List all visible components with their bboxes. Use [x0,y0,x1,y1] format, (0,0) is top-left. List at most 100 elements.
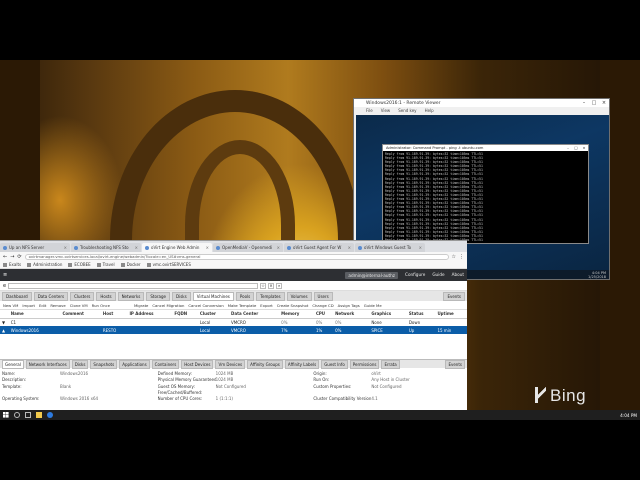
subtab-snapshots[interactable]: Snapshots [90,359,118,369]
column-header-graphics[interactable]: Graphics [369,310,407,319]
bookmark-vmc-ovirtservices[interactable]: vmc.ovirtSERVICES [147,262,191,267]
action-import[interactable]: Import [22,303,35,308]
action-export[interactable]: Export [260,303,272,308]
minimize-icon[interactable]: – [579,100,589,106]
file-explorer-icon[interactable] [36,412,42,418]
menu-help[interactable]: Help [425,108,434,113]
column-header-comment[interactable]: Comment [60,310,101,319]
column-header-ip-address[interactable]: IP Address [127,310,173,319]
windows-start-icon[interactable] [3,412,9,418]
bookmark-travel[interactable]: Travel [97,262,115,267]
console-maximize-icon[interactable]: □ [572,146,580,150]
close-icon[interactable]: × [599,100,609,106]
cortana-icon[interactable] [14,412,20,418]
action-run-once[interactable]: Run Once [92,303,110,308]
action-remove[interactable]: Remove [50,303,65,308]
reload-icon[interactable]: ⟳ [17,254,21,260]
search-button[interactable]: ⌕ [276,282,283,289]
task-view-icon[interactable] [25,412,31,418]
column-header-cluster[interactable]: Cluster [197,310,230,319]
command-prompt-window[interactable]: Administrator: Command Prompt - ping -t … [382,144,589,244]
bookmark-search-button[interactable]: ☆ [260,282,267,289]
bookmark-administration[interactable]: Administration [27,262,62,267]
tab-close-icon[interactable]: × [277,245,280,250]
column-header-memory[interactable]: Memory [279,310,314,319]
search-input[interactable] [8,282,259,289]
maximize-icon[interactable]: □ [589,100,599,106]
bookmark-docker[interactable]: Docker [121,262,141,267]
browser-tab[interactable]: oVirt Engine Web Admin × [142,243,212,252]
action-cancel-conversion[interactable]: Cancel Conversion [188,303,223,308]
column-header-cpu[interactable]: CPU [313,310,334,319]
console-minimize-icon[interactable]: – [564,146,572,150]
action-cancel-migration[interactable]: Cancel Migration [152,303,184,308]
events-button[interactable]: Events [445,359,465,369]
action-edit[interactable]: Edit [39,303,46,308]
table-row[interactable]: ▲ Windows2016 RESTO Local VMCRO 7% 1% 0% SPICE Up… [0,326,467,334]
action-change-cd[interactable]: Change CD [312,303,333,308]
star-icon[interactable]: ☆ [452,254,456,260]
menu-icon[interactable]: ⋮ [459,254,464,260]
column-header-uptime[interactable]: Uptime [435,310,467,319]
bookmark-exalts[interactable]: Exalts [3,262,21,267]
tab-close-icon[interactable]: × [348,245,351,250]
action-migrate[interactable]: Migrate [134,303,148,308]
tab-clusters[interactable]: Clusters [70,291,95,301]
menu-send-key[interactable]: Send key [398,108,416,113]
tab-virtual-machines[interactable]: Virtual Machines [192,291,234,301]
bookmark-ecobee[interactable]: ECOBEE [68,262,90,267]
browser-taskbar-icon[interactable] [47,412,53,418]
column-header-name[interactable]: Name [8,310,61,319]
tab-close-icon[interactable]: × [206,245,209,250]
tab-networks[interactable]: Networks [117,291,145,301]
header-link-about[interactable]: About [452,272,464,279]
browser-tab[interactable]: oVirt Windows Guest To × [355,243,425,252]
tab-close-icon[interactable]: × [135,245,138,250]
tab-pools[interactable]: Pools [235,291,255,301]
tab-storage[interactable]: Storage [146,291,171,301]
column-header-host[interactable]: Host [100,310,128,319]
url-input[interactable]: ovirtmanager.vmc.ovirtservices.local/ovi… [24,253,449,260]
tab-dashboard[interactable]: Dashboard [2,291,32,301]
column-header-fqdn[interactable]: FQDN [172,310,198,319]
forward-icon[interactable]: → [10,254,14,260]
browser-tab[interactable]: Up an NFS Server × [0,243,70,252]
subtab-vm-devices[interactable]: Vm Devices [215,359,246,369]
tab-templates[interactable]: Templates [256,291,285,301]
browser-window[interactable]: Up an NFS Server × Troubleshooting NFS Sto… [0,240,467,410]
tab-data-centers[interactable]: Data Centers [33,291,69,301]
action-assign-tags[interactable]: Assign Tags [338,303,360,308]
column-header-network[interactable]: Network [333,310,370,319]
subtab-host-devices[interactable]: Host Devices [181,359,214,369]
menu-view[interactable]: View [381,108,391,113]
table-row[interactable]: ▼ C1 Local VMCRO 0% 0% 0% None Down [0,318,467,326]
clear-search-button[interactable]: × [268,282,275,289]
tab-close-icon[interactable]: × [64,245,67,250]
subtab-general[interactable]: General [2,359,24,369]
browser-tab[interactable]: Troubleshooting NFS Sto × [71,243,141,252]
browser-tab[interactable]: OpenMediaV - Openmedi × [213,243,283,252]
subtab-affinity-labels[interactable]: Affinity Labels [284,359,320,369]
column-header-status[interactable]: Status [406,310,436,319]
header-link-configure[interactable]: Configure [405,272,425,279]
subtab-disks[interactable]: Disks [71,359,89,369]
subtab-affinity-groups[interactable]: Affinity Groups [247,359,283,369]
back-icon[interactable]: ← [3,254,7,260]
browser-tab[interactable]: oVirt Guest Agent For W × [284,243,354,252]
tab-volumes[interactable]: Volumes [286,291,312,301]
action-new-vm[interactable]: New VM [3,303,18,308]
events-button[interactable]: Events [443,291,465,301]
header-link-guide[interactable]: Guide [432,272,444,279]
subtab-permissions[interactable]: Permissions [349,359,380,369]
action-clone-vm[interactable]: Clone VM [70,303,88,308]
console-close-icon[interactable]: × [580,146,588,150]
action-create-snapshot[interactable]: Create Snapshot [277,303,309,308]
tab-hosts[interactable]: Hosts [96,291,116,301]
subtab-guest-info[interactable]: Guest Info [321,359,348,369]
tab-users[interactable]: Users [313,291,333,301]
subtab-errata[interactable]: Errata [381,359,400,369]
user-menu[interactable]: admin@internal-authz [345,271,399,279]
subtab-applications[interactable]: Applications [119,359,150,369]
action-guide-me[interactable]: Guide Me [364,303,382,308]
subtab-network-interfaces[interactable]: Network Interfaces [25,359,70,369]
